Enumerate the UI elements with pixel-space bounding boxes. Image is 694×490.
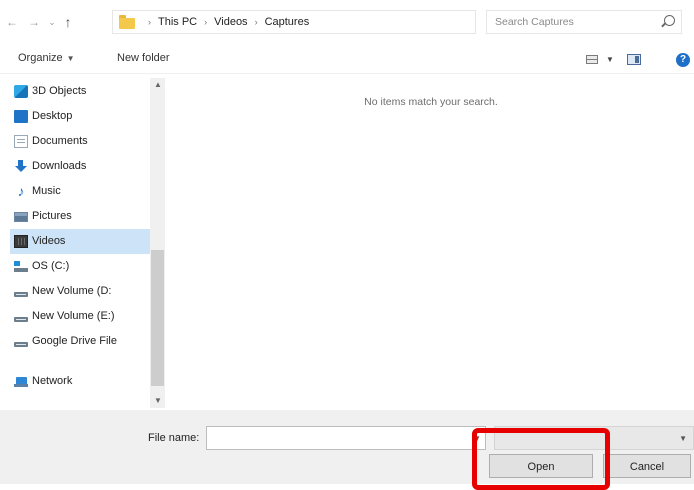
address-bar[interactable]: › This PC › Videos › Captures ∨ ↻: [112, 10, 568, 34]
pictures-icon: [14, 212, 28, 222]
sidebar-item-label: New Volume (E:): [32, 310, 115, 322]
sidebar-item-label: 3D Objects: [32, 85, 87, 97]
music-icon: ♪: [17, 183, 25, 199]
breadcrumb-separator[interactable]: ›: [255, 17, 258, 27]
scrollbar-thumb[interactable]: [151, 250, 164, 386]
sidebar-item-documents[interactable]: Documents: [10, 129, 150, 154]
downloads-icon: [14, 160, 28, 173]
network-icon: [14, 375, 28, 388]
navigation-pane: 3D Objects Desktop Documents Downloads ♪…: [10, 74, 150, 404]
breadcrumb-separator[interactable]: ›: [148, 17, 151, 27]
file-list-pane[interactable]: No items match your search.: [168, 74, 694, 408]
sidebar-item-3d-objects[interactable]: 3D Objects: [10, 79, 150, 104]
drive-icon: [14, 335, 28, 348]
recent-locations-chevron-icon[interactable]: ⌄: [44, 14, 60, 30]
file-name-label: File name:: [148, 432, 200, 444]
file-name-input[interactable]: [211, 431, 461, 445]
sidebar-item-label: Downloads: [32, 160, 87, 172]
sidebar-item-new-volume-e[interactable]: New Volume (E:): [10, 304, 150, 329]
windows-drive-icon: [14, 260, 28, 273]
view-options-caret-icon[interactable]: ▼: [606, 55, 614, 64]
sidebar-item-music[interactable]: ♪ Music: [10, 179, 150, 204]
new-folder-button[interactable]: New folder: [117, 52, 170, 64]
scroll-up-arrow-icon[interactable]: ▲: [154, 80, 162, 89]
sidebar-item-label: Pictures: [32, 210, 72, 222]
organize-menu-button[interactable]: Organize ▼: [18, 52, 75, 64]
documents-icon: [14, 135, 28, 148]
sidebar-item-google-drive[interactable]: Google Drive File: [10, 329, 150, 354]
sidebar-item-label: OS (C:): [32, 260, 70, 272]
drive-icon: [14, 285, 28, 298]
sidebar-item-label: Google Drive File: [32, 335, 117, 347]
preview-pane-icon[interactable]: [627, 54, 641, 65]
sidebar-item-videos[interactable]: Videos: [10, 229, 150, 254]
search-box[interactable]: [486, 10, 682, 34]
cancel-button[interactable]: Cancel: [603, 454, 691, 478]
file-name-field[interactable]: ▼: [206, 426, 486, 450]
scroll-down-arrow-icon[interactable]: ▼: [154, 396, 162, 405]
file-name-dropdown-chevron-icon[interactable]: ▼: [473, 434, 481, 443]
address-row: ← → ⌄ ↑ › This PC › Videos › Captures ∨ …: [0, 0, 694, 44]
breadcrumb-this-pc[interactable]: This PC: [158, 16, 197, 28]
breadcrumb-captures[interactable]: Captures: [265, 16, 310, 28]
sidebar-item-label: Network: [32, 375, 73, 387]
file-type-select[interactable]: ▼: [494, 426, 694, 450]
search-input[interactable]: [493, 15, 653, 29]
sidebar-item-label: Desktop: [32, 110, 73, 122]
sidebar-item-pictures[interactable]: Pictures: [10, 204, 150, 229]
sidebar-item-label: Music: [32, 185, 61, 197]
drive-icon: [14, 310, 28, 323]
breadcrumb: › This PC › Videos › Captures: [141, 16, 309, 28]
file-type-dropdown-chevron-icon[interactable]: ▼: [679, 434, 687, 443]
sidebar-item-label: Videos: [32, 235, 66, 247]
navigation-scrollbar[interactable]: ▲ ▼: [150, 78, 165, 408]
search-icon[interactable]: [664, 15, 675, 26]
sidebar-item-new-volume-d[interactable]: New Volume (D:: [10, 279, 150, 304]
dialog-footer: File name: ▼ ▼ Open Cancel: [0, 410, 694, 484]
change-view-icon[interactable]: [586, 55, 598, 64]
sidebar-item-label: Documents: [32, 135, 88, 147]
3d-objects-icon: [14, 85, 28, 98]
sidebar-item-desktop[interactable]: Desktop: [10, 104, 150, 129]
back-arrow-icon[interactable]: ←: [4, 14, 20, 30]
command-bar: Organize ▼ New folder ▼ ?: [0, 44, 694, 74]
forward-arrow-icon[interactable]: →: [26, 14, 42, 30]
sidebar-item-downloads[interactable]: Downloads: [10, 154, 150, 179]
sidebar-item-os-c[interactable]: OS (C:): [10, 254, 150, 279]
breadcrumb-separator[interactable]: ›: [204, 17, 207, 27]
breadcrumb-videos[interactable]: Videos: [214, 16, 247, 28]
organize-caret-icon: ▼: [66, 54, 75, 63]
up-arrow-icon[interactable]: ↑: [60, 14, 76, 30]
folder-icon: [119, 15, 135, 29]
sidebar-item-network[interactable]: Network: [10, 369, 150, 394]
videos-icon: [14, 235, 28, 248]
sidebar-item-label: New Volume (D:: [32, 285, 112, 297]
desktop-icon: [14, 110, 28, 123]
empty-search-message: No items match your search.: [364, 96, 498, 108]
help-icon[interactable]: ?: [676, 53, 690, 67]
open-button[interactable]: Open: [489, 454, 593, 478]
organize-label: Organize: [18, 52, 63, 64]
